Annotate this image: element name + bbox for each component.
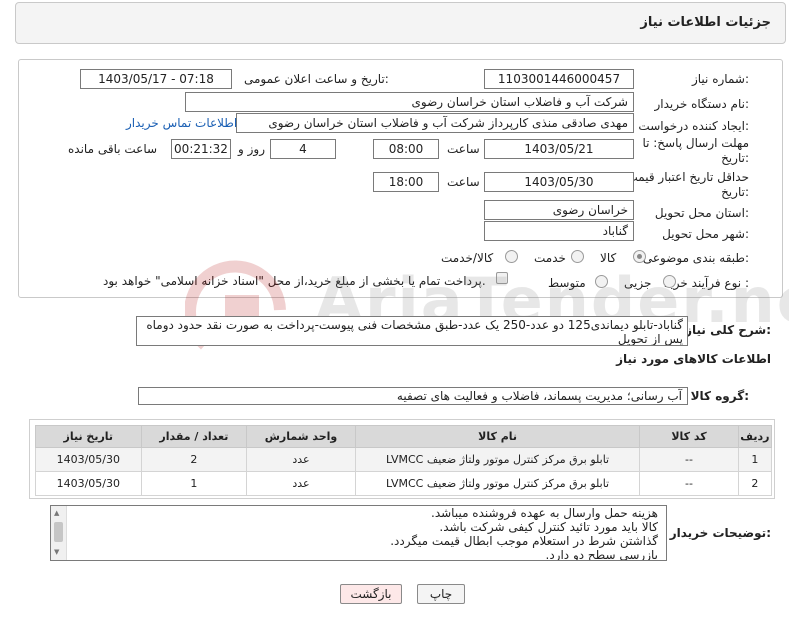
table-header-row: ردیف کد کالا نام کالا واحد شمارش تعداد /… [35,425,773,448]
scroll-thumb[interactable] [54,522,63,542]
cell-row: 1 [737,447,773,472]
note-line: هزینه حمل وارسال به عهده فروشنده میباشد. [431,506,658,520]
cell-unit: عدد [246,447,356,472]
need-number-label: شماره نیاز: [691,72,749,86]
remaining-time-label: ساعت باقی مانده [68,142,158,156]
table-row[interactable]: 2 -- تابلو برق مرکز کنترل موتور ولتاژ ضع… [35,471,773,496]
price-validity-date-field: 1403/05/30 [484,172,634,192]
buyer-notes-label: توضیحات خریدار: [669,526,771,540]
goods-group-label: گروه کالا: [690,389,749,403]
page-title: جزئیات اطلاعات نیاز [640,15,771,30]
price-validity-time-field: 18:00 [373,172,439,192]
buyer-contact-link[interactable]: اطلاعات تماس خریدار [126,116,237,130]
back-button[interactable]: بازگشت [340,584,402,604]
col-header-date: تاریخ نیاز [35,425,142,448]
remaining-time-field: 00:21:32 [171,139,231,159]
goods-group-field: آب رسانی؛ مدیریت پسماند، فاضلاب و فعالیت… [138,387,688,405]
buyer-notes-text: هزینه حمل وارسال به عهده فروشنده میباشد.… [390,506,659,561]
cell-date: 1403/05/30 [35,471,142,496]
items-table: ردیف کد کالا نام کالا واحد شمارش تعداد /… [35,425,773,496]
table-row[interactable]: 1 -- تابلو برق مرکز کنترل موتور ولتاژ ضع… [35,447,773,472]
deadline-time-label: ساعت [447,142,480,156]
cell-name: تابلو برق مرکز کنترل موتور ولتاژ ضعیف LV… [354,471,641,496]
col-header-unit: واحد شمارش [246,425,356,448]
goods-info-title: اطلاعات کالاهای مورد نیاز [616,352,771,366]
announce-datetime-label: تاریخ و ساعت اعلان عمومی: [244,72,389,86]
cell-unit: عدد [246,471,356,496]
cell-date: 1403/05/30 [35,447,142,472]
need-number-field: 1103001446000457 [484,69,634,89]
deadline-date-field: 1403/05/21 [484,139,634,159]
delivery-city-label: شهر محل تحویل: [662,227,749,241]
buyer-notes-field[interactable]: ▲ ▼ هزینه حمل وارسال به عهده فروشنده میب… [50,505,667,561]
deadline-days-field: 4 [270,139,336,159]
description-field: گناباد-تابلو دیماندی125 دو عدد-250 یک عد… [136,316,688,346]
delivery-province-field: خراسان رضوی [484,200,634,220]
cell-code: -- [639,471,739,496]
note-line: کالا باید مورد تائید کنترل کیفی شرکت باش… [439,520,658,534]
delivery-province-label: استان محل تحویل: [654,206,749,220]
note-line: بازرسی سطح دو دارد. [545,548,659,561]
delivery-city-field: گناباد [484,221,634,241]
requester-label: ایجاد کننده درخواست: [638,119,749,133]
deadline-days-label: روز و [238,142,265,156]
col-header-qty: تعداد / مقدار [140,425,248,448]
scroll-up-icon[interactable]: ▲ [54,509,59,517]
items-table-container: ردیف کد کالا نام کالا واحد شمارش تعداد /… [29,419,775,499]
scroll-down-icon[interactable]: ▼ [54,548,59,556]
col-header-row: ردیف [737,425,773,448]
deadline-label: مهلت ارسال پاسخ: تا تاریخ: [642,136,749,165]
requester-field: مهدی صادقی منذی کارپرداز شرکت آب و فاضلا… [236,113,634,133]
buyer-org-label: نام دستگاه خریدار: [654,97,750,111]
cell-qty: 2 [140,447,248,472]
cell-qty: 1 [140,471,248,496]
page-header: جزئیات اطلاعات نیاز [15,2,786,44]
col-header-name: نام کالا [354,425,641,448]
col-header-code: کد کالا [639,425,739,448]
description-label: شرح کلی نیاز: [685,323,771,337]
cell-code: -- [639,447,739,472]
cell-name: تابلو برق مرکز کنترل موتور ولتاژ ضعیف LV… [354,447,641,472]
announce-datetime-field: 1403/05/17 - 07:18 [80,69,232,89]
print-button[interactable]: چاپ [417,584,465,604]
buyer-org-field: شرکت آب و فاضلاب استان خراسان رضوی [185,92,634,112]
notes-scrollbar[interactable]: ▲ ▼ [51,506,67,560]
cell-row: 2 [737,471,773,496]
deadline-time-field: 08:00 [373,139,439,159]
price-validity-time-label: ساعت [447,175,480,189]
note-line: گذاشتن شرط در استعلام موجب ابطال قیمت می… [390,534,658,548]
